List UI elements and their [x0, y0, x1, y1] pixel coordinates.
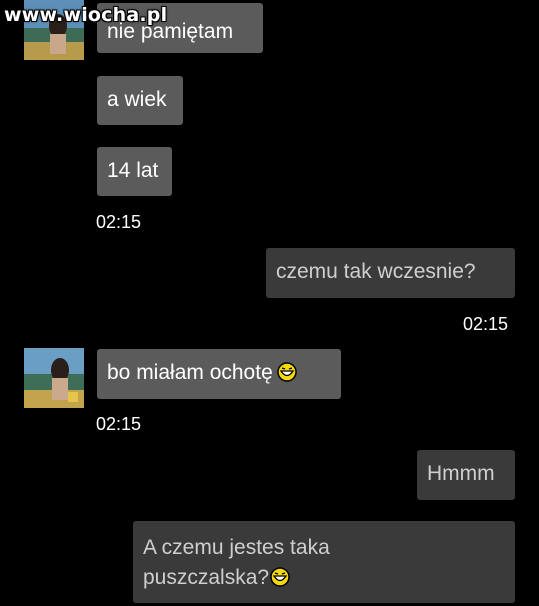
avatar-photo-icon	[24, 348, 84, 408]
watermark: www.wiocha.pl	[4, 4, 168, 26]
chat-conversation[interactable]: www.wiocha.pl nie pamiętam a wiek 14 lat…	[0, 0, 539, 606]
laughing-smiley-icon	[270, 566, 290, 587]
message-text: 14 lat	[107, 159, 159, 182]
message-bubble[interactable]: czemu tak wczesnie?	[266, 248, 515, 298]
message-timestamp: 02:15	[96, 212, 142, 232]
message-text: a wiek	[107, 88, 167, 111]
message-text: bo miałam ochotę	[107, 361, 273, 384]
message-text-line: puszczalska?	[143, 566, 270, 589]
laughing-smiley-icon	[277, 362, 297, 382]
contact-avatar[interactable]	[24, 348, 84, 408]
message-bubble[interactable]: A czemu jestes taka puszczalska?	[133, 521, 515, 603]
message-bubble[interactable]: bo miałam ochotę	[97, 349, 341, 399]
message-timestamp: 02:15	[463, 314, 509, 334]
message-bubble[interactable]: 14 lat	[97, 147, 172, 196]
message-bubble[interactable]: Hmmm	[417, 450, 515, 500]
message-timestamp: 02:15	[96, 414, 142, 434]
message-text: Hmmm	[427, 462, 495, 485]
message-text: czemu tak wczesnie?	[276, 260, 476, 283]
message-bubble[interactable]: a wiek	[97, 76, 183, 125]
message-text-line: A czemu jestes taka	[143, 536, 330, 559]
